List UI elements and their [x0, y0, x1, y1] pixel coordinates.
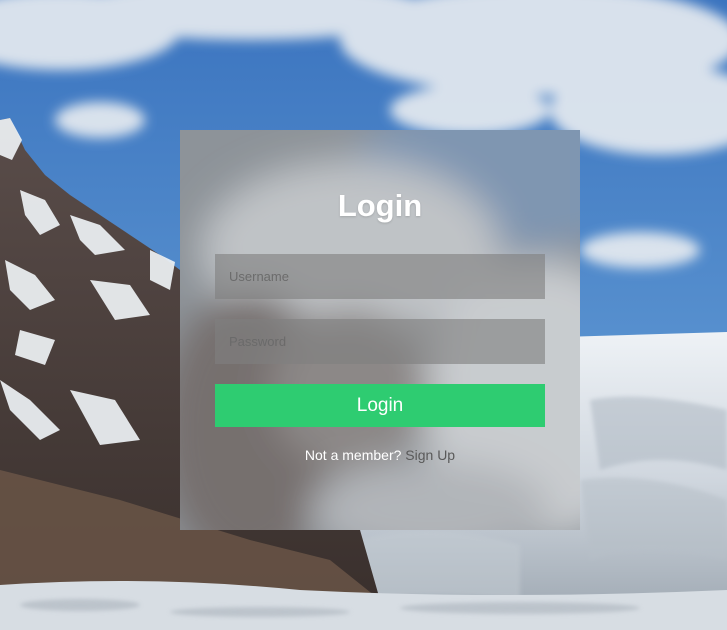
signup-link[interactable]: Sign Up — [405, 447, 455, 463]
signup-prompt: Not a member? — [304, 447, 402, 463]
login-form: Login Login Not a member? Sign Up — [180, 130, 580, 530]
username-input[interactable] — [215, 254, 545, 299]
login-button[interactable]: Login — [215, 384, 545, 427]
signup-line: Not a member? Sign Up — [180, 447, 580, 463]
password-input[interactable] — [215, 319, 545, 364]
login-title: Login — [337, 188, 423, 223]
login-card: Login Login Not a member? Sign Up — [180, 130, 580, 530]
